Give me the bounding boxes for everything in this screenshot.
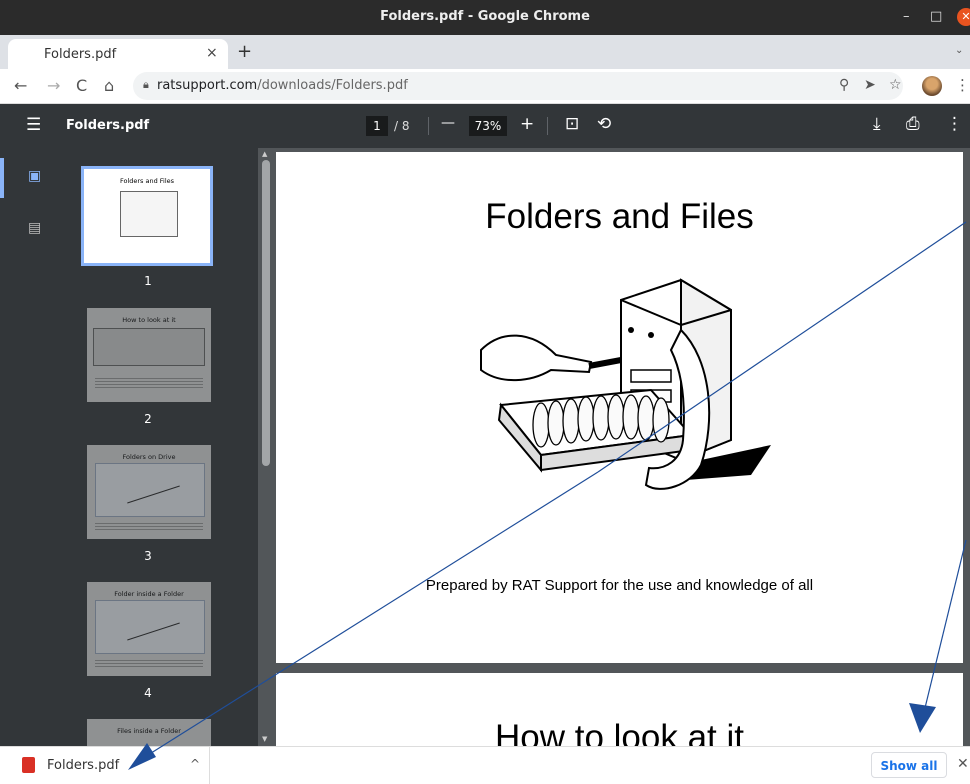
- pdf-file-icon: [22, 757, 35, 773]
- zoom-in-button[interactable]: +: [520, 114, 534, 134]
- scroll-down-arrow-icon[interactable]: ▼: [262, 735, 267, 743]
- thumbnail-text-lines: [95, 378, 203, 390]
- fit-page-icon[interactable]: ⊡: [565, 114, 579, 134]
- pdf-filename: Folders.pdf: [66, 118, 150, 133]
- page-heading: How to look at it: [495, 718, 744, 746]
- browser-menu-icon[interactable]: ⋮: [955, 76, 970, 94]
- show-all-downloads-button[interactable]: Show all: [871, 752, 947, 778]
- thumbnail-number: 2: [144, 412, 152, 426]
- more-actions-icon[interactable]: ⋮: [946, 114, 963, 134]
- toolbar-divider: [428, 117, 429, 135]
- thumbnail-number: 3: [144, 549, 152, 563]
- home-button[interactable]: ⌂: [104, 76, 114, 95]
- page-total: / 8: [394, 119, 410, 133]
- forward-button[interactable]: →: [47, 76, 60, 95]
- thumbnail-image: [93, 328, 205, 366]
- pdf-page-1: Folders and Files Prepared by RAT Suppor…: [276, 152, 963, 663]
- tab-label: Folders.pdf: [44, 47, 117, 62]
- thumbnail-text-lines: [95, 660, 203, 668]
- pdf-page-2: How to look at it: [276, 673, 963, 746]
- url-text: ratsupport.com/downloads/Folders.pdf: [157, 78, 408, 93]
- browser-toolbar: ← → C ⌂ 🔒︎ ratsupport.com/downloads/Fold…: [0, 69, 970, 104]
- page-heading: Folders and Files: [485, 197, 754, 236]
- thumbnail-sidebar: ▣ ▤ Folders and Files 1 How to look at i…: [0, 148, 258, 746]
- page-number-input[interactable]: 1: [366, 116, 388, 136]
- bookmark-star-icon[interactable]: ☆: [889, 77, 902, 93]
- back-button[interactable]: ←: [14, 76, 27, 95]
- thumbnail-number: 1: [144, 274, 152, 288]
- thumbnail-page-4[interactable]: Folder inside a Folder: [87, 582, 211, 676]
- tab-close-icon[interactable]: ×: [206, 45, 218, 61]
- zoom-out-button[interactable]: —: [441, 115, 455, 131]
- new-tab-button[interactable]: +: [237, 41, 252, 62]
- zoom-icon[interactable]: ⚲: [839, 77, 849, 93]
- pdf-document-view[interactable]: Folders and Files Prepared by RAT Suppor…: [274, 148, 970, 746]
- close-shelf-icon[interactable]: ✕: [957, 756, 969, 772]
- reload-button[interactable]: C: [76, 76, 87, 95]
- thumbnail-number: 4: [144, 686, 152, 700]
- thumbnail-page-5[interactable]: Files inside a Folder: [87, 719, 211, 746]
- send-icon[interactable]: ➤: [864, 77, 876, 93]
- sidebar-menu-icon[interactable]: ☰: [26, 115, 41, 135]
- window-title: Folders.pdf - Google Chrome: [380, 9, 590, 24]
- thumbnail-image: [120, 191, 178, 237]
- print-icon[interactable]: ⎙: [906, 114, 920, 134]
- thumbnail-title: Folders and Files: [119, 177, 175, 185]
- rotate-icon[interactable]: ⟲: [597, 114, 611, 134]
- pdf-toolbar: ☰ Folders.pdf 1 / 8 — 73% + ⊡ ⟲ ⤓ ⎙ ⋮: [0, 104, 970, 148]
- thumbnail-view-icon[interactable]: ▣: [28, 168, 41, 184]
- thumbnail-title: Folders on Drive: [122, 453, 176, 461]
- address-bar[interactable]: 🔒︎ ratsupport.com/downloads/Folders.pdf …: [133, 72, 903, 100]
- close-window-button[interactable]: ✕: [957, 8, 970, 26]
- thumbnail-title: Files inside a Folder: [117, 727, 181, 735]
- profile-avatar[interactable]: [922, 76, 942, 96]
- document-outline-icon[interactable]: ▤: [28, 220, 41, 236]
- sidebar-rail: ▣ ▤: [0, 148, 60, 746]
- thumbnail-image: [95, 600, 205, 654]
- shelf-divider: [209, 747, 210, 784]
- zoom-level-input[interactable]: 73%: [469, 116, 507, 136]
- thumbnail-page-2[interactable]: How to look at it: [87, 308, 211, 402]
- download-options-chevron-icon[interactable]: ^: [190, 757, 200, 771]
- minimize-button[interactable]: –: [903, 9, 910, 24]
- rail-selection-indicator: [0, 158, 4, 198]
- page-caption: Prepared by RAT Support for the use and …: [425, 577, 814, 594]
- thumbnail-image: [95, 463, 205, 517]
- computer-illustration: [480, 278, 771, 490]
- maximize-button[interactable]: □: [930, 9, 942, 24]
- toolbar-divider: [547, 117, 548, 135]
- sidebar-scrollbar-thumb[interactable]: [262, 160, 270, 466]
- thumbnail-title: How to look at it: [122, 316, 176, 324]
- download-shelf: Folders.pdf ^ Show all ✕: [0, 746, 970, 784]
- thumbnail-page-1[interactable]: Folders and Files: [81, 166, 213, 266]
- thumbnail-text-lines: [95, 523, 203, 531]
- scroll-up-arrow-icon[interactable]: ▲: [262, 150, 267, 158]
- download-icon[interactable]: ⤓: [873, 114, 881, 134]
- tab-folders-pdf[interactable]: Folders.pdf ×: [8, 39, 228, 69]
- tab-search-icon[interactable]: ⌄: [955, 45, 963, 56]
- thumbnail-page-3[interactable]: Folders on Drive: [87, 445, 211, 539]
- thumbnail-title: Folder inside a Folder: [114, 590, 184, 598]
- lock-icon[interactable]: 🔒︎: [143, 78, 149, 92]
- tab-strip: Folders.pdf × + ⌄: [0, 35, 970, 69]
- window-titlebar: Folders.pdf - Google Chrome – □ ✕: [0, 0, 970, 35]
- download-filename[interactable]: Folders.pdf: [47, 758, 119, 773]
